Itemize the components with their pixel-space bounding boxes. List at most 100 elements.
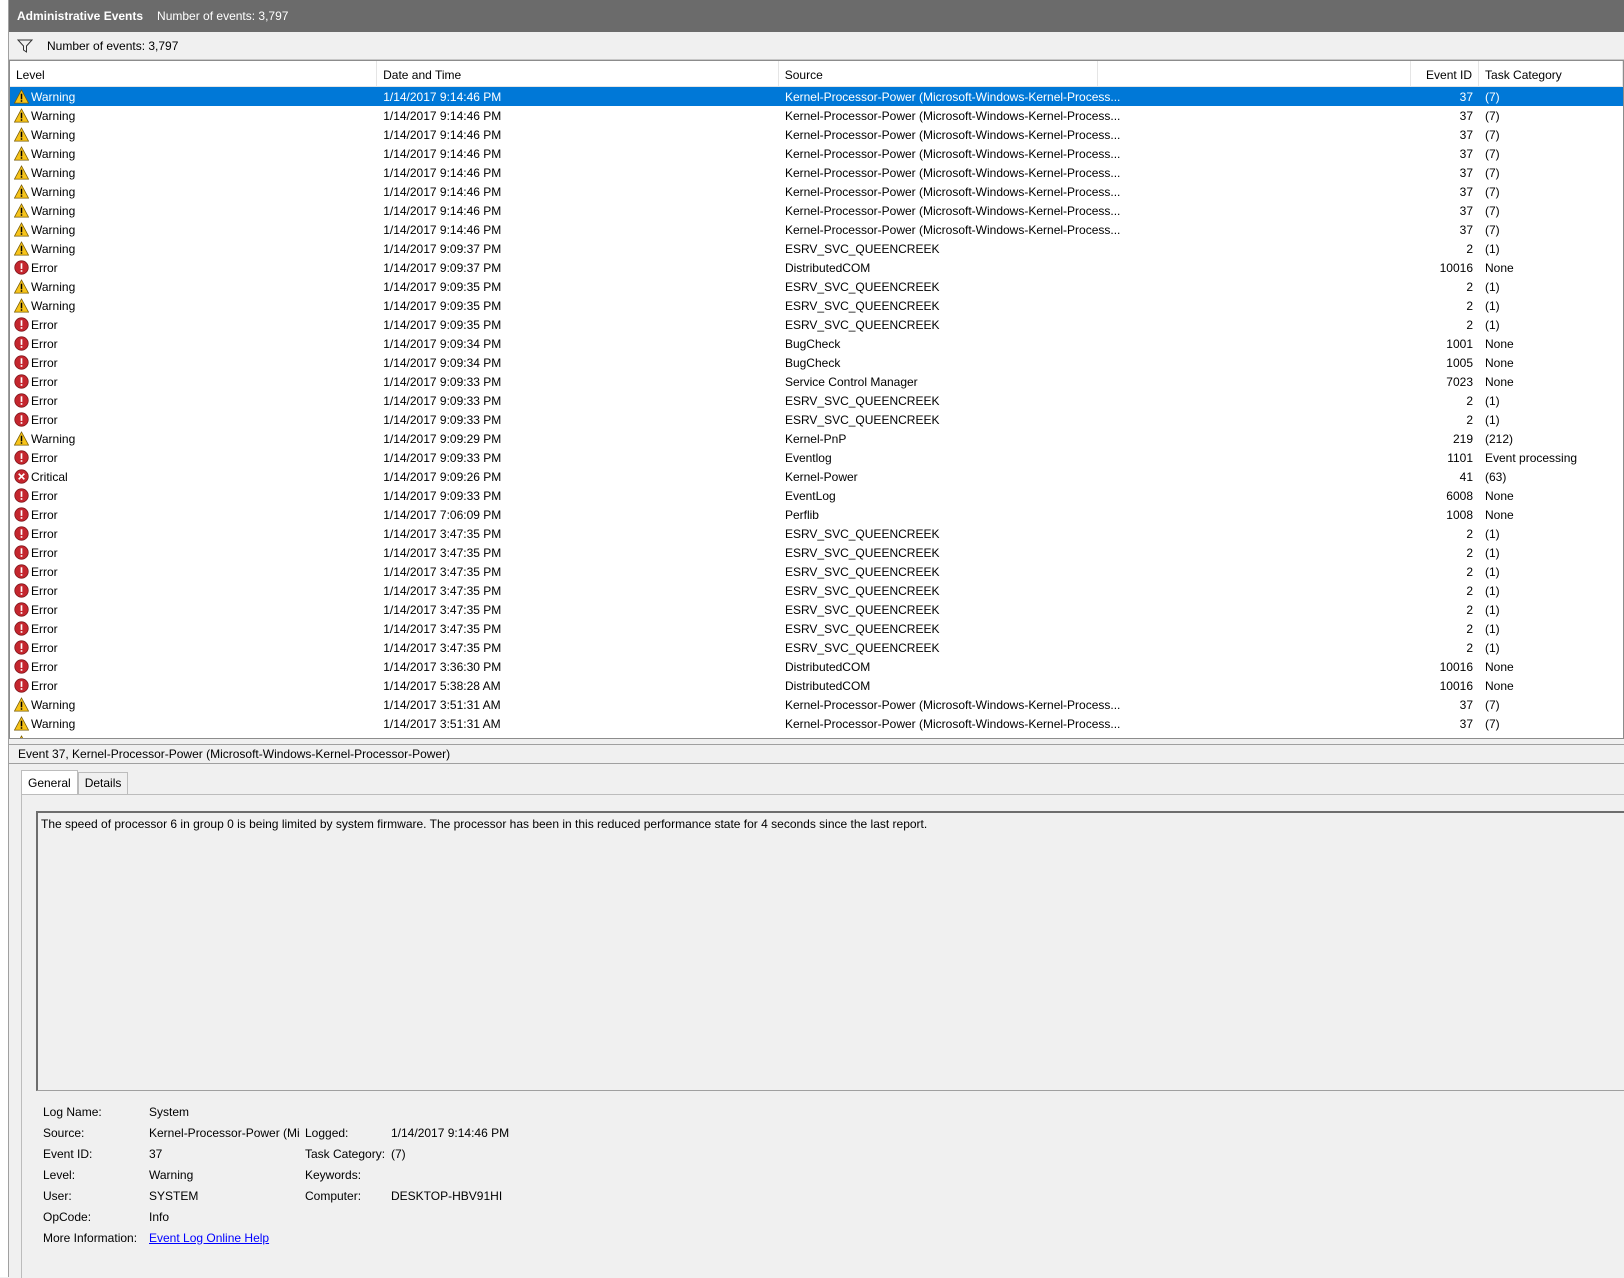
error-icon — [14, 393, 29, 408]
table-row[interactable]: Warning 1/14/2017 9:09:37 PM ESRV_SVC_QUEE… — [10, 239, 1623, 258]
cell-level: Error — [10, 659, 377, 674]
table-row[interactable]: Error 1/14/2017 9:09:33 PM ESRV_SVC_QUEENC… — [10, 391, 1623, 410]
cell-date: 1/14/2017 9:14:46 PM — [383, 89, 502, 104]
table-row[interactable]: Warning 1/14/2017 9:14:46 PM Kernel-Proces… — [10, 163, 1623, 182]
level-text: Error — [31, 393, 58, 408]
label-source: Source: — [43, 1125, 85, 1140]
cell-source: DistributedCOM — [784, 260, 871, 275]
cell-date: 1/14/2017 9:09:34 PM — [383, 336, 502, 351]
event-viewer-panel: Administrative Events Number of events: … — [9, 0, 1624, 1278]
cell-source: Kernel-Processor-Power (Microsoft-Window… — [784, 716, 1121, 731]
cell-task-category: (1) — [1485, 412, 1500, 427]
table-row[interactable]: Warning1/14/2017 3:51:31 AMKernel-Proces… — [10, 695, 1623, 714]
column-header-task-category[interactable]: Task Category — [1479, 61, 1623, 86]
cell-source: ESRV_SVC_QUEENCREEK — [784, 298, 940, 313]
cell-task-category: (1) — [1485, 298, 1500, 313]
label-more-info: More Information: — [43, 1230, 138, 1245]
cell-task-category: (7) — [1485, 184, 1500, 199]
table-row[interactable]: Warning 1/14/2017 9:14:46 PM Kernel-Proces… — [10, 144, 1623, 163]
table-row[interactable]: Error 1/14/2017 3:47:35 PM ESRV_SVC_QUEENC… — [10, 543, 1623, 562]
table-row[interactable]: Error 1/14/2017 9:09:35 PM ESRV_SVC_QUEENC… — [10, 315, 1623, 334]
cell-event-id: 2 — [1466, 602, 1473, 617]
table-row[interactable]: Warning 1/14/2017 9:14:46 PM Kernel-Proces… — [10, 182, 1623, 201]
table-row[interactable]: Error 1/14/2017 3:47:35 PM ESRV_SVC_QUEENC… — [10, 619, 1623, 638]
cell-task-category: (1) — [1485, 279, 1500, 294]
table-row[interactable]: Error 1/14/2017 9:09:33 PM EventLog 6008 Non… — [10, 486, 1623, 505]
event-log-online-help-link[interactable]: Event Log Online Help — [149, 1231, 349, 1245]
cell-date: 1/14/2017 9:14:46 PM — [383, 127, 502, 142]
level-text: Error — [31, 355, 58, 370]
column-header-date[interactable]: Date and Time — [377, 61, 779, 86]
table-row[interactable]: Warning 1/14/2017 9:14:46 PM Kernel-Proces… — [10, 201, 1623, 220]
table-row[interactable]: Error 1/14/2017 3:47:35 PM ESRV_SVC_QUEENC… — [10, 524, 1623, 543]
table-row[interactable]: Warning 1/14/2017 9:14:46 PM Kernel-Proces… — [10, 87, 1623, 106]
table-row[interactable]: Warning 1/14/2017 9:14:46 PM Kernel-Proces… — [10, 125, 1623, 144]
table-row[interactable]: Error 1/14/2017 3:47:35 PM ESRV_SVC_QUEENC… — [10, 581, 1623, 600]
cell-level: Error — [10, 507, 377, 522]
error-icon — [14, 317, 29, 332]
table-row[interactable]: Error 1/14/2017 5:38:28 AM DistributedCOM 1… — [10, 676, 1623, 695]
table-row[interactable]: Warning 1/14/2017 9:09:35 PM ESRV_SVC_QUEE… — [10, 277, 1623, 296]
column-header-level[interactable]: Level — [10, 61, 378, 86]
warning-icon — [14, 165, 29, 180]
table-row[interactable]: Warning1/14/2017 3:51:31 AMKernel-Proces… — [10, 733, 1623, 738]
table-row[interactable]: Error 1/14/2017 3:47:35 PM ESRV_SVC_QUEENC… — [10, 600, 1623, 619]
cell-level: Error — [10, 336, 377, 351]
column-header-source[interactable]: Source — [779, 61, 1098, 86]
event-detail-header: Event 37, Kernel-Processor-Power (Micros… — [9, 744, 1624, 764]
table-row[interactable]: Error 1/14/2017 9:09:33 PM Eventlog 1101 Eve… — [10, 448, 1623, 467]
cell-task-category: (7) — [1485, 127, 1500, 142]
table-row[interactable]: Error 1/14/2017 9:09:34 PM BugCheck 1005 Non… — [10, 353, 1623, 372]
cell-source: ESRV_SVC_QUEENCREEK — [784, 564, 940, 579]
view-title: Administrative Events — [17, 9, 144, 23]
table-row[interactable]: Critical 1/14/2017 9:09:26 PM Kernel-Power… — [10, 467, 1623, 486]
table-row[interactable]: Warning 1/14/2017 9:09:29 PM Kernel-PnP 219… — [10, 429, 1623, 448]
table-row[interactable]: Error 1/14/2017 3:47:35 PM ESRV_SVC_QUEENC… — [10, 562, 1623, 581]
table-row[interactable]: Error 1/14/2017 7:06:09 PM Perflib 1008 None — [10, 505, 1623, 524]
table-row[interactable]: Warning 1/14/2017 9:14:46 PM Kernel-Proces… — [10, 220, 1623, 239]
cell-date: 1/14/2017 3:36:30 PM — [383, 659, 502, 674]
cell-level: Warning — [10, 165, 377, 180]
error-icon — [14, 374, 29, 389]
event-message[interactable]: The speed of processor 6 in group 0 is b… — [36, 811, 1624, 1091]
table-row[interactable]: Error 1/14/2017 3:47:35 PM ESRV_SVC_QUEENC… — [10, 638, 1623, 657]
tab-details[interactable]: Details — [77, 772, 129, 794]
cell-level: Error — [10, 393, 377, 408]
cell-level: Error — [10, 488, 377, 503]
cell-date: 1/14/2017 9:14:46 PM — [383, 184, 502, 199]
level-text: Error — [31, 640, 58, 655]
cell-date: 1/14/2017 9:09:33 PM — [383, 488, 502, 503]
table-row[interactable]: Error 1/14/2017 9:09:33 PM Service Control… — [10, 372, 1623, 391]
table-row[interactable]: Error 1/14/2017 9:09:34 PM BugCheck 1001 Non… — [10, 334, 1623, 353]
cell-date: 1/14/2017 9:09:33 PM — [383, 393, 502, 408]
table-row[interactable]: Warning 1/14/2017 9:14:46 PM Kernel-Proces… — [10, 106, 1623, 125]
column-header-event-id[interactable]: Event ID — [1411, 61, 1480, 86]
cell-task-category: (1) — [1485, 526, 1500, 541]
table-row[interactable]: Error 1/14/2017 3:36:30 PM DistributedCOM 1… — [10, 657, 1623, 676]
label-user: User: — [43, 1188, 72, 1203]
level-text: Warning — [31, 203, 76, 218]
cell-task-category: (1) — [1485, 545, 1500, 560]
level-text: Warning — [31, 165, 76, 180]
cell-event-id: 2 — [1466, 393, 1473, 408]
level-text: Warning — [31, 222, 76, 237]
events-table[interactable]: Level Date and Time Source Event ID Task… — [9, 60, 1624, 739]
tab-general[interactable]: General — [21, 770, 78, 794]
cell-source: ESRV_SVC_QUEENCREEK — [784, 279, 940, 294]
error-icon — [14, 488, 29, 503]
error-icon — [14, 564, 29, 579]
warning-icon — [14, 89, 29, 104]
table-row[interactable]: Warning1/14/2017 3:51:31 AMKernel-Proces… — [10, 714, 1623, 733]
table-row[interactable]: Error 1/14/2017 9:09:33 PM ESRV_SVC_QUEENC… — [10, 410, 1623, 429]
table-row[interactable]: Error 1/14/2017 9:09:37 PM DistributedCOM 1… — [10, 258, 1623, 277]
cell-task-category: (7) — [1485, 165, 1500, 180]
cell-event-id: 10016 — [1439, 260, 1473, 275]
cell-event-id: 6008 — [1446, 488, 1473, 503]
table-row[interactable]: Warning 1/14/2017 9:09:35 PM ESRV_SVC_QUEE… — [10, 296, 1623, 315]
cell-source: Kernel-Power — [784, 469, 858, 484]
warning-icon — [14, 697, 29, 712]
filter-icon[interactable] — [17, 38, 33, 54]
cell-level: Critical — [10, 469, 377, 484]
cell-level: Warning — [10, 298, 377, 313]
cell-event-id: 2 — [1466, 526, 1473, 541]
